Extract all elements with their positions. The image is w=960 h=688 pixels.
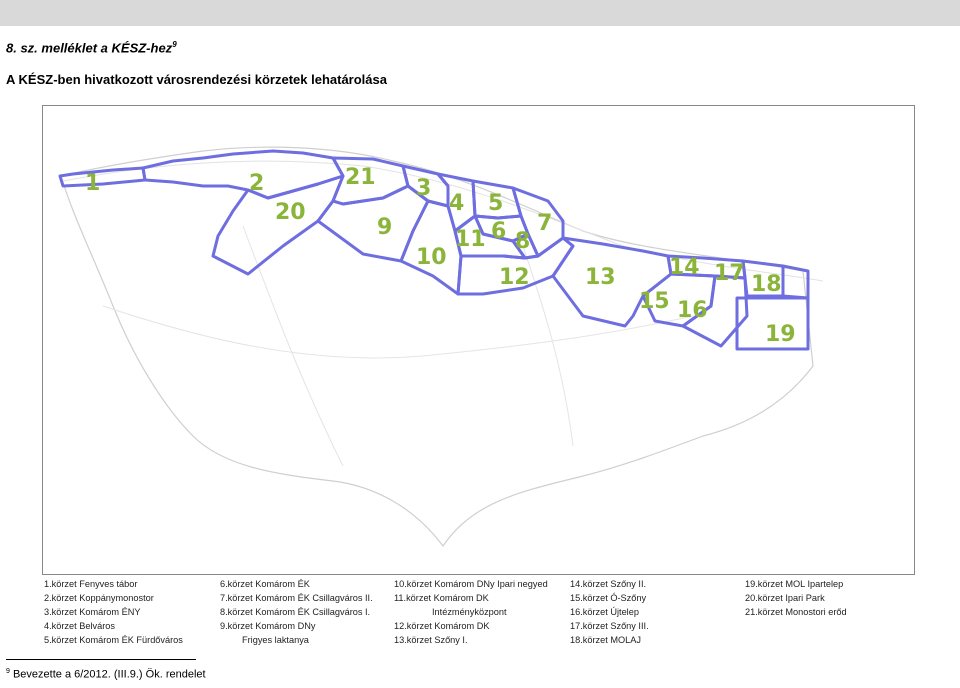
legend-item: 4.körzet Belváros bbox=[44, 621, 115, 631]
district-label-7: 7 bbox=[537, 211, 552, 236]
annex-label: 8. sz. melléklet a KÉSZ-hez bbox=[6, 40, 173, 56]
legend-item: 1.körzet Fenyves tábor bbox=[44, 579, 138, 589]
district-legend: 1.körzet Fenyves tábor 2.körzet Koppánym… bbox=[44, 577, 914, 647]
legend-item: 19.körzet MOL Ipartelep bbox=[745, 579, 844, 589]
legend-item: 13.körzet Szőny I. bbox=[394, 635, 468, 645]
legend-item: 3.körzet Komárom ÉNY bbox=[44, 607, 141, 617]
district-1-boundary bbox=[58, 166, 147, 188]
legend-item: 5.körzet Komárom ÉK Fürdőváros bbox=[44, 635, 183, 645]
district-label-18: 18 bbox=[751, 272, 782, 297]
district-label-17: 17 bbox=[714, 261, 745, 286]
legend-item: Intézményközpont bbox=[432, 607, 507, 617]
district-label-11: 11 bbox=[455, 227, 486, 252]
district-label-3: 3 bbox=[416, 176, 431, 201]
legend-item: Frigyes laktanya bbox=[242, 635, 309, 645]
legend-item: 17.körzet Szőny III. bbox=[570, 621, 649, 631]
district-label-9: 9 bbox=[377, 215, 392, 240]
legend-column-3: 10.körzet Komárom DNy Ipari negyed 11.kö… bbox=[394, 577, 569, 647]
district-label-13: 13 bbox=[585, 265, 616, 290]
district-label-1: 1 bbox=[85, 171, 100, 196]
annex-header: 8. sz. melléklet a KÉSZ-hez9 bbox=[6, 40, 177, 55]
district-label-15: 15 bbox=[639, 289, 670, 314]
district-label-5: 5 bbox=[488, 191, 503, 216]
legend-item: 8.körzet Komárom ÉK Csillagváros I. bbox=[220, 607, 371, 617]
district-label-14: 14 bbox=[669, 255, 700, 280]
legend-item: 16.körzet Újtelep bbox=[570, 607, 639, 617]
legend-item: 15.körzet Ó-Szőny bbox=[570, 593, 647, 603]
district-2-boundary bbox=[141, 149, 345, 200]
footnote-separator bbox=[6, 659, 196, 660]
legend-item: 2.körzet Koppánymonostor bbox=[44, 593, 154, 603]
district-label-4: 4 bbox=[449, 191, 464, 216]
legend-column-1: 1.körzet Fenyves tábor 2.körzet Koppánym… bbox=[44, 577, 219, 647]
road-line-3 bbox=[522, 245, 574, 447]
road-line-2 bbox=[242, 225, 344, 467]
page-title: A KÉSZ-ben hivatkozott városrendezési kö… bbox=[6, 72, 387, 87]
legend-column-5: 19.körzet MOL Ipartelep 20.körzet Ipari … bbox=[745, 577, 920, 619]
legend-item: 6.körzet Komárom ÉK bbox=[220, 579, 310, 589]
top-bar bbox=[0, 0, 960, 26]
footnote-text: Bevezette a 6/2012. (III.9.) Ök. rendele… bbox=[9, 668, 206, 681]
legend-item: 7.körzet Komárom ÉK Csillagváros II. bbox=[220, 593, 373, 603]
legend-item: 20.körzet Ipari Park bbox=[745, 593, 825, 603]
legend-column-4: 14.körzet Szőny II. 15.körzet Ó-Szőny 16… bbox=[570, 577, 745, 647]
road-line bbox=[102, 305, 694, 359]
district-label-16: 16 bbox=[677, 298, 708, 323]
footnote-ref: 9 bbox=[172, 40, 177, 49]
legend-item: 9.körzet Komárom DNy bbox=[220, 621, 316, 631]
legend-item: 11.körzet Komárom DK bbox=[394, 593, 489, 603]
district-map: 1 2 3 4 5 6 7 8 9 10 11 12 13 14 15 16 1… bbox=[42, 105, 915, 575]
district-label-10: 10 bbox=[416, 245, 447, 270]
district-label-2: 2 bbox=[249, 171, 264, 196]
legend-item: 12.körzet Komárom DK bbox=[394, 621, 490, 631]
district-label-21: 21 bbox=[345, 165, 376, 190]
city-outline bbox=[60, 146, 814, 548]
district-label-12: 12 bbox=[499, 265, 530, 290]
legend-item: 18.körzet MOLAJ bbox=[570, 635, 641, 645]
district-label-20: 20 bbox=[275, 200, 306, 225]
legend-item: 21.körzet Monostori erőd bbox=[745, 607, 847, 617]
map-svg: 1 2 3 4 5 6 7 8 9 10 11 12 13 14 15 16 1… bbox=[58, 146, 824, 548]
footnote: 9 Bevezette a 6/2012. (III.9.) Ök. rende… bbox=[6, 668, 206, 681]
district-label-8: 8 bbox=[515, 229, 530, 254]
legend-column-2: 6.körzet Komárom ÉK 7.körzet Komárom ÉK … bbox=[220, 577, 395, 647]
legend-item: 10.körzet Komárom DNy Ipari negyed bbox=[394, 579, 548, 589]
district-label-6: 6 bbox=[491, 219, 506, 244]
legend-item: 14.körzet Szőny II. bbox=[570, 579, 647, 589]
district-label-19: 19 bbox=[765, 322, 796, 347]
